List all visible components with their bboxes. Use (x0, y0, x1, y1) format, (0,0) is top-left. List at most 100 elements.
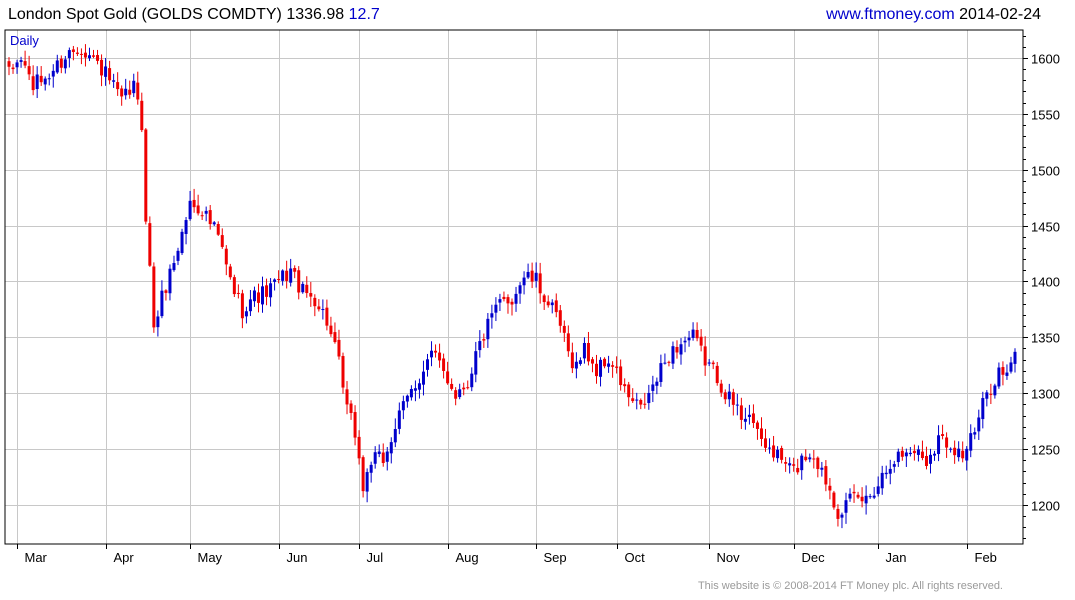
candle-down (804, 456, 808, 461)
candle-down (695, 329, 699, 339)
candle-down (434, 350, 438, 353)
candle-up (112, 80, 116, 82)
candle-down (812, 458, 816, 460)
y-tick-label: 1350 (1031, 331, 1060, 346)
candle-up (679, 344, 683, 355)
candle-up (248, 299, 252, 312)
candle-down (1001, 367, 1005, 375)
candle-up (156, 316, 160, 328)
candle-up (671, 346, 675, 364)
candle-up (369, 464, 373, 473)
candle-up (172, 263, 176, 271)
candle-up (176, 250, 180, 261)
candle-up (928, 454, 932, 464)
candle-down (446, 371, 450, 384)
candle-up (35, 74, 39, 90)
candle-down (39, 75, 43, 83)
candle-up (582, 342, 586, 359)
candle-up (184, 220, 188, 234)
candle-up (124, 88, 128, 96)
candle-up (888, 468, 892, 474)
candle-up (663, 362, 667, 364)
candle-up (490, 313, 494, 318)
candle-down (784, 462, 788, 464)
candle-down (538, 273, 542, 294)
candle-down (759, 428, 763, 439)
candle-up (160, 290, 164, 317)
candle-up (892, 464, 896, 467)
candle-up (289, 268, 293, 283)
candle-up (55, 60, 59, 73)
candle-down (703, 346, 707, 366)
candle-up (687, 337, 691, 341)
candle-down (317, 306, 321, 310)
candle-down (196, 205, 200, 214)
candle-up (957, 448, 961, 458)
x-tick-label: Apr (114, 550, 135, 565)
x-tick-label: Jul (367, 550, 384, 565)
candle-down (731, 392, 735, 405)
candle-up (51, 70, 55, 77)
candle-up (421, 371, 425, 385)
x-tick-label: Nov (717, 550, 741, 565)
candle-up (132, 80, 136, 94)
candle-up (514, 293, 518, 304)
candle-down (220, 235, 224, 247)
candle-down (285, 270, 289, 281)
candle-down (27, 66, 31, 75)
candle-up (876, 486, 880, 494)
candle-down (590, 359, 594, 364)
candle-up (425, 359, 429, 370)
candle-down (462, 387, 466, 390)
candle-up (273, 279, 277, 282)
candle-down (623, 384, 627, 387)
x-tick-label: Dec (802, 550, 826, 565)
candle-up (486, 318, 490, 340)
candle-down (309, 293, 313, 297)
candle-up (67, 50, 71, 59)
y-tick-label: 1200 (1031, 499, 1060, 514)
y-tick-label: 1450 (1031, 220, 1060, 235)
candle-up (1005, 372, 1009, 376)
copyright-footer: This website is © 2008-2014 FT Money plc… (697, 580, 1003, 592)
candle-down (715, 365, 719, 384)
candle-down (627, 384, 631, 398)
x-tick-label: Oct (625, 550, 646, 565)
candle-up (788, 463, 792, 466)
candle-down (265, 285, 269, 297)
candle-down (59, 58, 63, 68)
candle-up (397, 410, 401, 429)
candle-up (104, 66, 108, 77)
candle-down (920, 451, 924, 459)
candle-up (768, 447, 772, 449)
candle-up (820, 467, 824, 470)
candle-up (655, 381, 659, 386)
candle-down (824, 466, 828, 485)
y-tick-label: 1400 (1031, 275, 1060, 290)
candle-down (816, 457, 820, 470)
candle-down (208, 210, 212, 225)
candle-down (723, 392, 727, 400)
candle-down (200, 215, 204, 217)
candle-down (100, 59, 104, 76)
candle-up (269, 283, 273, 298)
candle-up (405, 395, 409, 402)
candle-down (236, 292, 240, 294)
candle-up (43, 78, 47, 85)
candle-down (96, 55, 100, 61)
candle-down (454, 390, 458, 399)
candle-down (164, 290, 168, 293)
candle-down (860, 496, 864, 502)
candle-down (341, 356, 345, 388)
candle-down (31, 76, 35, 91)
candle-down (558, 310, 562, 326)
candle-up (518, 285, 522, 294)
candle-up (969, 433, 973, 451)
candle-down (11, 67, 15, 70)
candle-down (711, 362, 715, 365)
candle-up (776, 449, 780, 459)
candle-down (116, 82, 120, 90)
candle-down (615, 366, 619, 368)
candle-up (840, 514, 844, 518)
candle-up (727, 391, 731, 400)
